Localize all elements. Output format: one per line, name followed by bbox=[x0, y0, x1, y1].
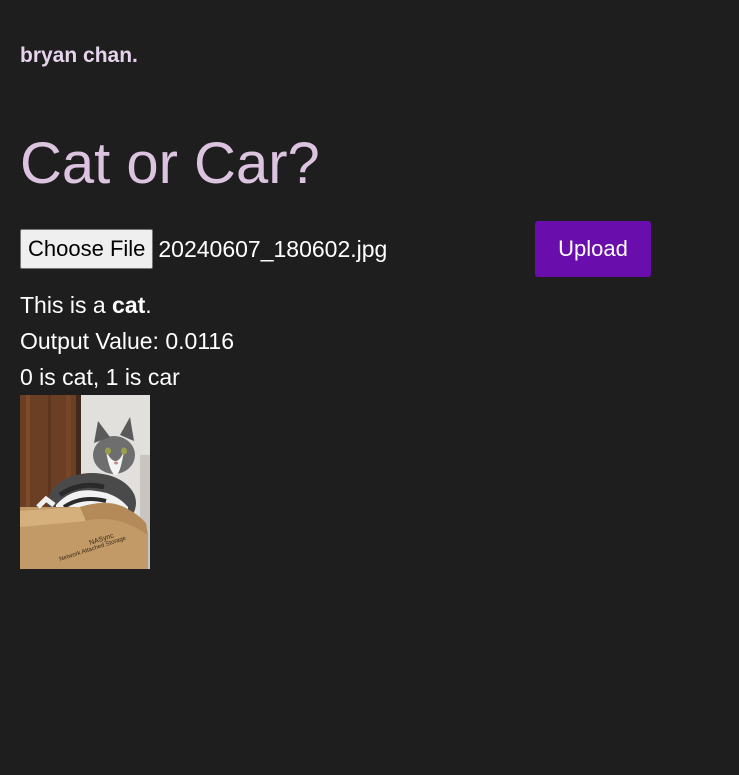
upload-button[interactable]: Upload bbox=[535, 221, 651, 277]
site-brand[interactable]: bryan chan. bbox=[20, 44, 138, 68]
prediction-label: cat bbox=[112, 292, 146, 318]
brand-dot: . bbox=[132, 44, 138, 67]
page-title: Cat or Car? bbox=[20, 131, 320, 196]
output-value-label: Output Value: bbox=[20, 328, 166, 354]
prediction-prefix: This is a bbox=[20, 292, 113, 318]
prediction-result: This is a cat. Output Value: 0.0116 0 is… bbox=[20, 287, 234, 395]
class-legend: 0 is cat, 1 is car bbox=[20, 364, 180, 390]
cat-in-box-photo: NASync Network Attached Storage bbox=[20, 395, 150, 569]
prediction-sentence: This is a cat. bbox=[20, 287, 234, 323]
file-input[interactable]: Choose File 20240607_180602.jpg bbox=[20, 229, 387, 269]
choose-file-button[interactable]: Choose File bbox=[20, 229, 154, 269]
prediction-suffix: . bbox=[145, 292, 152, 318]
uploaded-image: NASync Network Attached Storage bbox=[20, 395, 150, 569]
output-value-line: Output Value: 0.0116 bbox=[20, 323, 234, 359]
output-value: 0.0116 bbox=[165, 328, 234, 354]
brand-name: bryan chan bbox=[20, 44, 133, 67]
selected-file-name: 20240607_180602.jpg bbox=[158, 235, 388, 262]
